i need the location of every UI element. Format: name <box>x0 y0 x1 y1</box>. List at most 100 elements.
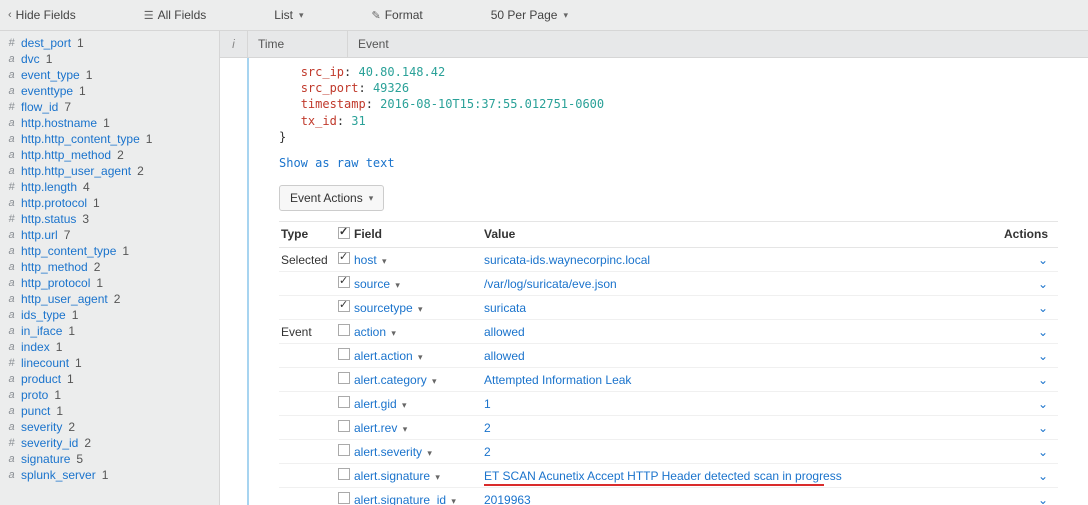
field-name[interactable]: http.protocol <box>21 196 87 210</box>
row-checkbox[interactable] <box>334 468 354 483</box>
field-http_protocol[interactable]: ahttp_protocol1 <box>6 275 219 291</box>
field-http_content_type[interactable]: ahttp_content_type1 <box>6 243 219 259</box>
row-field[interactable]: alert.rev ▾ <box>354 421 484 435</box>
row-value[interactable]: /var/log/suricata/eve.json <box>484 277 998 291</box>
field-name[interactable]: http_method <box>21 260 88 274</box>
row-value[interactable]: ET SCAN Acunetix Accept HTTP Header dete… <box>484 469 998 483</box>
field-name[interactable]: flow_id <box>21 100 58 114</box>
field-name[interactable]: linecount <box>21 356 69 370</box>
field-name[interactable]: http.url <box>21 228 58 242</box>
hide-fields-button[interactable]: ‹ Hide Fields <box>8 8 76 22</box>
row-field[interactable]: source ▾ <box>354 277 484 291</box>
field-name[interactable]: splunk_server <box>21 468 96 482</box>
row-checkbox[interactable] <box>334 420 354 435</box>
col-time[interactable]: Time <box>248 31 348 57</box>
field-name[interactable]: eventtype <box>21 84 73 98</box>
format-dropdown[interactable]: ✎ Format <box>371 8 422 22</box>
row-value[interactable]: 2019963 <box>484 493 998 505</box>
row-checkbox[interactable] <box>334 276 354 291</box>
chevron-down-icon[interactable]: ⌄ <box>1038 349 1048 363</box>
row-field[interactable]: action ▾ <box>354 325 484 339</box>
field-name[interactable]: signature <box>21 452 70 466</box>
row-field[interactable]: alert.category ▾ <box>354 373 484 387</box>
field-http.http_method[interactable]: ahttp.http_method2 <box>6 147 219 163</box>
field-name[interactable]: http.http_user_agent <box>21 164 131 178</box>
field-name[interactable]: http_user_agent <box>21 292 108 306</box>
show-raw-link[interactable]: Show as raw text <box>279 155 395 171</box>
row-field[interactable]: host ▾ <box>354 253 484 267</box>
field-name[interactable]: http.length <box>21 180 77 194</box>
field-dvc[interactable]: advc1 <box>6 51 219 67</box>
chevron-down-icon[interactable]: ⌄ <box>1038 253 1048 267</box>
field-name[interactable]: ids_type <box>21 308 66 322</box>
row-field[interactable]: alert.signature_id ▾ <box>354 493 484 505</box>
row-checkbox[interactable] <box>334 324 354 339</box>
row-value[interactable]: allowed <box>484 349 998 363</box>
row-value[interactable]: allowed <box>484 325 998 339</box>
row-field[interactable]: sourcetype ▾ <box>354 301 484 315</box>
row-checkbox[interactable] <box>334 396 354 411</box>
field-http.length[interactable]: #http.length4 <box>6 179 219 195</box>
row-value[interactable]: 2 <box>484 421 998 435</box>
row-value[interactable]: suricata <box>484 301 998 315</box>
all-fields-button[interactable]: ☰ All Fields <box>144 8 207 22</box>
field-severity_id[interactable]: #severity_id2 <box>6 435 219 451</box>
row-field[interactable]: alert.action ▾ <box>354 349 484 363</box>
field-name[interactable]: http_content_type <box>21 244 116 258</box>
field-index[interactable]: aindex1 <box>6 339 219 355</box>
field-product[interactable]: aproduct1 <box>6 371 219 387</box>
row-checkbox[interactable] <box>334 444 354 459</box>
field-http.http_user_agent[interactable]: ahttp.http_user_agent2 <box>6 163 219 179</box>
field-eventtype[interactable]: aeventtype1 <box>6 83 219 99</box>
field-name[interactable]: http.hostname <box>21 116 97 130</box>
field-http.status[interactable]: #http.status3 <box>6 211 219 227</box>
field-name[interactable]: index <box>21 340 50 354</box>
field-name[interactable]: dest_port <box>21 36 71 50</box>
field-name[interactable]: http.status <box>21 212 76 226</box>
row-checkbox[interactable] <box>334 372 354 387</box>
field-http_method[interactable]: ahttp_method2 <box>6 259 219 275</box>
row-field[interactable]: alert.severity ▾ <box>354 445 484 459</box>
th-check[interactable] <box>334 227 354 242</box>
row-value[interactable]: 1 <box>484 397 998 411</box>
field-splunk_server[interactable]: asplunk_server1 <box>6 467 219 483</box>
chevron-down-icon[interactable]: ⌄ <box>1038 397 1048 411</box>
row-value[interactable]: 2 <box>484 445 998 459</box>
row-field[interactable]: alert.gid ▾ <box>354 397 484 411</box>
row-field[interactable]: alert.signature ▾ <box>354 469 484 483</box>
field-signature[interactable]: asignature5 <box>6 451 219 467</box>
row-checkbox[interactable] <box>334 492 354 505</box>
chevron-down-icon[interactable]: ⌄ <box>1038 469 1048 483</box>
field-dest_port[interactable]: #dest_port1 <box>6 35 219 51</box>
field-http.http_content_type[interactable]: ahttp.http_content_type1 <box>6 131 219 147</box>
field-proto[interactable]: aproto1 <box>6 387 219 403</box>
field-event_type[interactable]: aevent_type1 <box>6 67 219 83</box>
field-severity[interactable]: aseverity2 <box>6 419 219 435</box>
row-checkbox[interactable] <box>334 252 354 267</box>
field-http_user_agent[interactable]: ahttp_user_agent2 <box>6 291 219 307</box>
row-value[interactable]: Attempted Information Leak <box>484 373 998 387</box>
field-name[interactable]: event_type <box>21 68 80 82</box>
field-http.protocol[interactable]: ahttp.protocol1 <box>6 195 219 211</box>
row-checkbox[interactable] <box>334 300 354 315</box>
row-checkbox[interactable] <box>334 348 354 363</box>
row-value[interactable]: suricata-ids.waynecorpinc.local <box>484 253 998 267</box>
field-http.hostname[interactable]: ahttp.hostname1 <box>6 115 219 131</box>
field-name[interactable]: http_protocol <box>21 276 90 290</box>
field-name[interactable]: punct <box>21 404 50 418</box>
field-name[interactable]: dvc <box>21 52 40 66</box>
per-page-dropdown[interactable]: 50 Per Page ▾ <box>491 8 568 22</box>
chevron-down-icon[interactable]: ⌄ <box>1038 421 1048 435</box>
field-name[interactable]: severity_id <box>21 436 78 450</box>
field-in_iface[interactable]: ain_iface1 <box>6 323 219 339</box>
field-name[interactable]: severity <box>21 420 62 434</box>
field-linecount[interactable]: #linecount1 <box>6 355 219 371</box>
field-name[interactable]: http.http_content_type <box>21 132 140 146</box>
field-name[interactable]: product <box>21 372 61 386</box>
chevron-down-icon[interactable]: ⌄ <box>1038 301 1048 315</box>
field-punct[interactable]: apunct1 <box>6 403 219 419</box>
chevron-down-icon[interactable]: ⌄ <box>1038 445 1048 459</box>
list-dropdown[interactable]: List ▾ <box>274 8 303 22</box>
field-name[interactable]: http.http_method <box>21 148 111 162</box>
field-ids_type[interactable]: aids_type1 <box>6 307 219 323</box>
